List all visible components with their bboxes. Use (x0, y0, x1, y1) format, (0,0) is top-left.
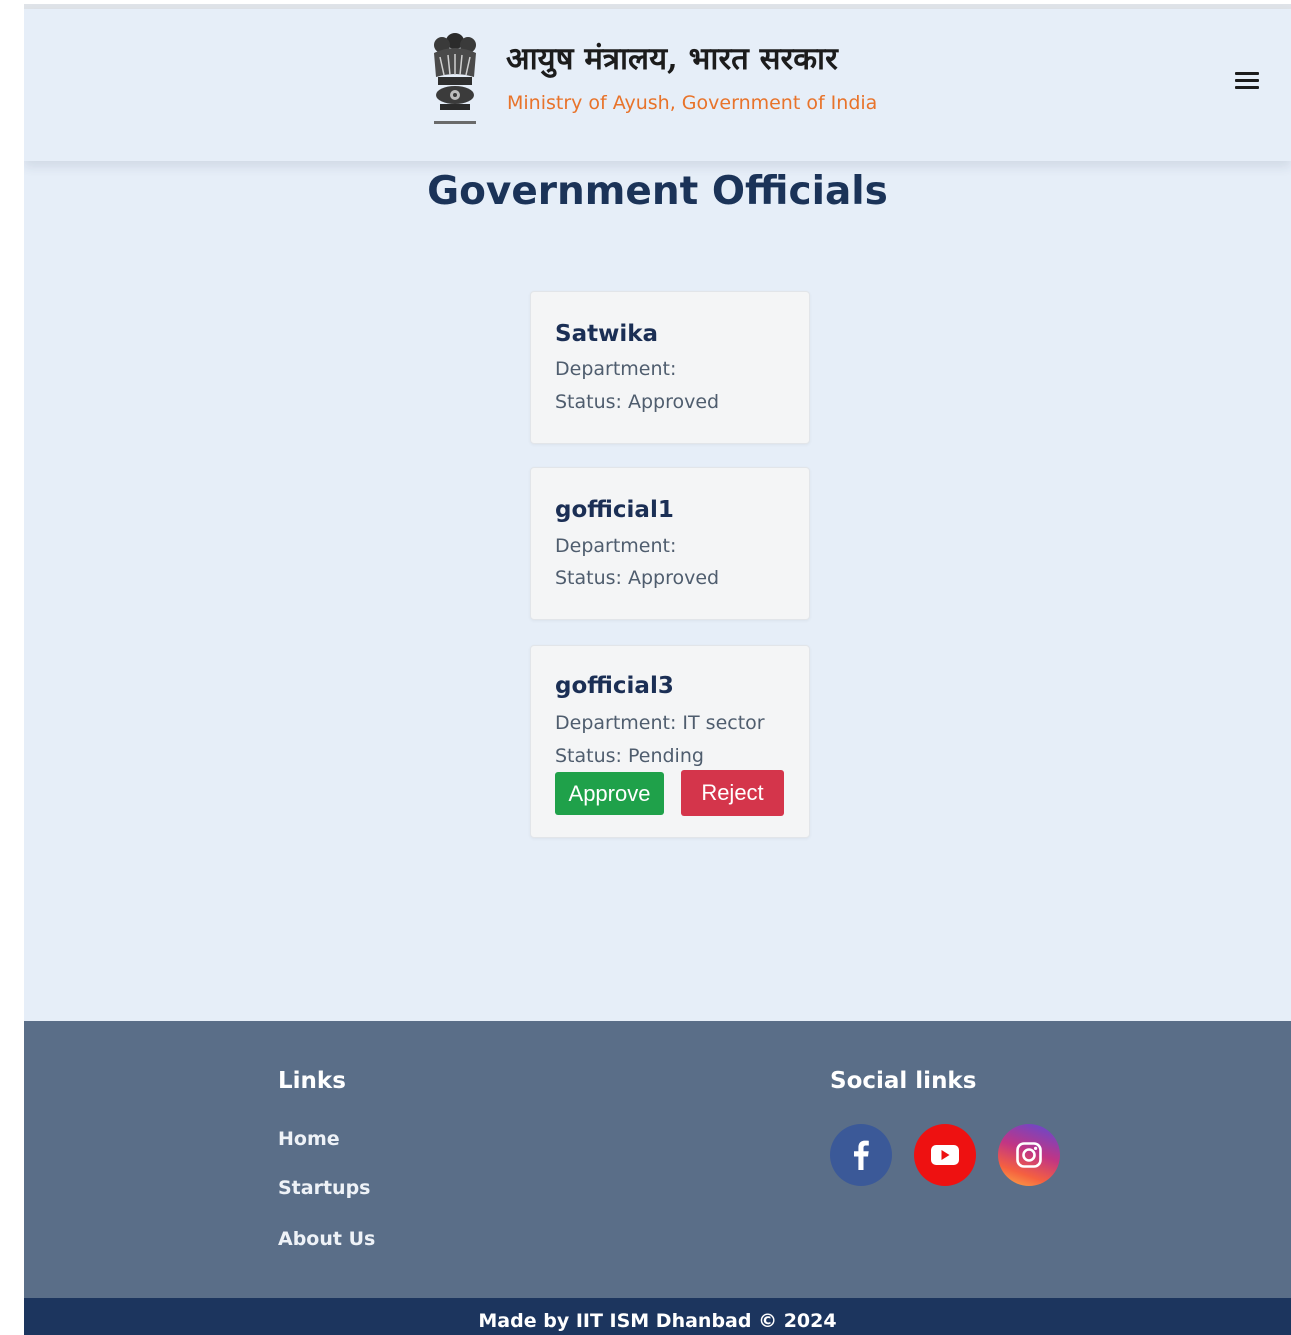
official-card: gofficial3 Department: IT sector Status:… (530, 645, 810, 838)
official-department: Department: (555, 358, 677, 380)
menu-bar (1235, 72, 1259, 75)
site-header: आयुष मंत्रालय, भारत सरकार Ministry of Ay… (24, 9, 1291, 161)
official-department: Department: (555, 535, 677, 557)
menu-bar (1235, 86, 1259, 89)
ministry-english-title: Ministry of Ayush, Government of India (507, 92, 878, 114)
footer-credits: Made by IIT ISM Dhanbad © 2024 (478, 1310, 837, 1332)
official-name: Satwika (555, 321, 659, 347)
footer-link-home[interactable]: Home (278, 1126, 340, 1152)
official-status: Status: Approved (555, 567, 720, 589)
facebook-icon[interactable] (830, 1124, 892, 1186)
footer-link-startups[interactable]: Startups (278, 1175, 370, 1201)
footer-links-heading: Links (278, 1068, 346, 1094)
reject-button[interactable]: Reject (681, 770, 784, 816)
official-name: gofficial1 (555, 497, 674, 523)
youtube-icon[interactable] (914, 1124, 976, 1186)
footer-link-about-us[interactable]: About Us (278, 1226, 375, 1252)
instagram-icon[interactable] (998, 1124, 1060, 1186)
page: आयुष मंत्रालय, भारत सरकार Ministry of Ay… (24, 4, 1291, 1335)
official-status: Status: Pending (555, 745, 704, 766)
ministry-hindi-title: आयुष मंत्रालय, भारत सरकार (506, 41, 838, 77)
footer-social-heading: Social links (830, 1068, 977, 1094)
approve-button[interactable]: Approve (555, 772, 664, 815)
site-footer (24, 1021, 1291, 1298)
hamburger-menu-icon[interactable] (1232, 68, 1262, 94)
official-name: gofficial3 (555, 673, 674, 699)
official-card: gofficial1 Department: Status: Approved (530, 467, 810, 620)
official-department: Department: IT sector (555, 712, 765, 734)
menu-bar (1235, 79, 1259, 82)
official-card: Satwika Department: Status: Approved (530, 291, 810, 444)
page-title: Government Officials (427, 169, 888, 214)
national-emblem-icon (426, 31, 484, 129)
official-status: Status: Approved (555, 391, 720, 413)
